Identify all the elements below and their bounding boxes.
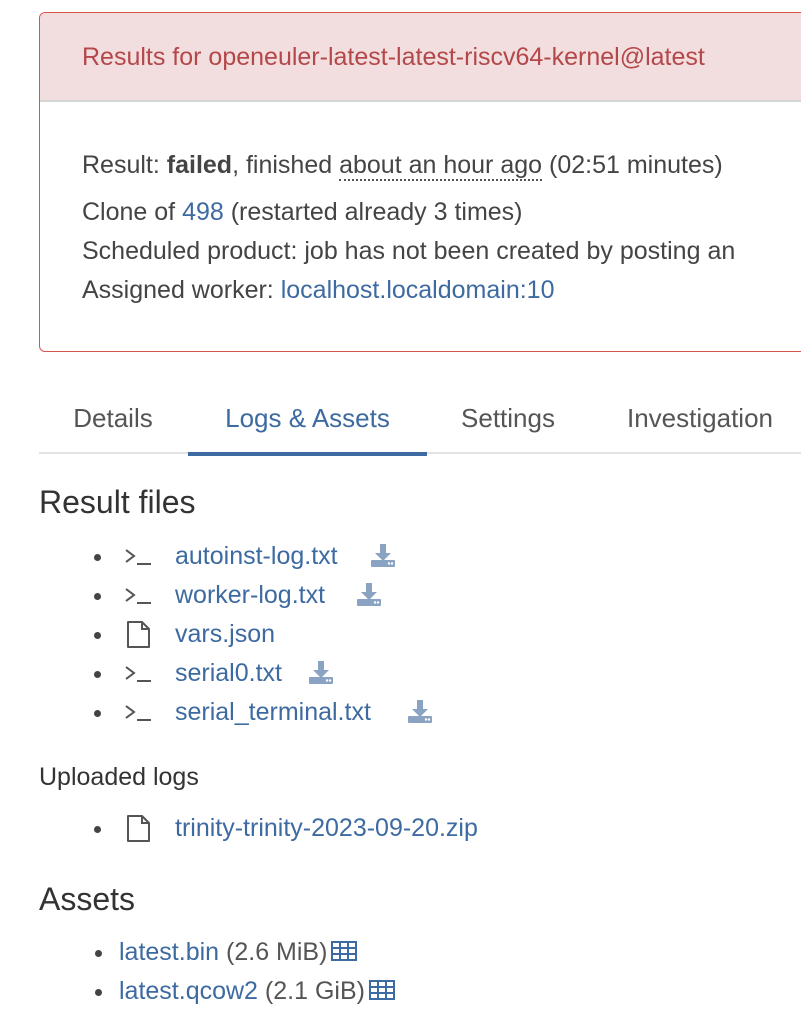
result-card: Results for openeuler-latest-latest-risc… [39, 12, 801, 352]
bullet [94, 710, 101, 717]
tab-logs-assets[interactable]: Logs & Assets [188, 382, 427, 456]
bullet [94, 671, 101, 678]
finished-label: , finished [232, 151, 340, 179]
assets-heading: Assets [39, 881, 136, 917]
result-files-heading: Result files [39, 484, 196, 520]
finished-time[interactable]: about an hour ago [339, 151, 543, 181]
file-link[interactable]: serial_terminal.txt [175, 693, 371, 732]
table-icon[interactable] [331, 940, 358, 961]
bullet [94, 826, 101, 833]
tab-investigation[interactable]: Investigation [615, 382, 785, 454]
terminal-icon [125, 549, 151, 565]
worker-label: Assigned worker: [82, 276, 281, 304]
worker-link[interactable]: localhost.localdomain:10 [281, 276, 555, 304]
result-title: Results for openeuler-latest-latest-risc… [82, 43, 705, 71]
bullet [94, 632, 101, 639]
asset-size: (2.1 GiB) [264, 977, 365, 1005]
tab-settings[interactable]: Settings [439, 382, 577, 454]
file-icon [127, 815, 150, 842]
file-link[interactable]: trinity-trinity-2023-09-20.zip [175, 809, 478, 848]
terminal-icon [125, 666, 151, 682]
terminal-icon [125, 588, 151, 604]
terminal-icon [125, 705, 151, 721]
scheduled-product-line: Scheduled product: job has not been crea… [82, 237, 736, 265]
bullet [94, 593, 101, 600]
clone-line: Clone of 498 (restarted already 3 times) [82, 193, 801, 232]
table-icon[interactable] [368, 979, 395, 1000]
bullet [95, 950, 102, 957]
file-link[interactable]: serial0.txt [175, 654, 282, 693]
file-link[interactable]: worker-log.txt [175, 576, 325, 615]
bullet [95, 989, 102, 996]
download-icon[interactable] [307, 660, 335, 686]
duration: (02:51 minutes) [542, 151, 723, 179]
result-label: Result: [82, 151, 167, 179]
asset-link[interactable]: latest.bin [119, 938, 219, 966]
bullet [94, 554, 101, 561]
file-link[interactable]: autoinst-log.txt [175, 537, 338, 576]
result-card-body: Result: failed, finished about an hour a… [40, 102, 801, 310]
clone-suffix: (restarted already 3 times) [223, 198, 523, 226]
result-status: failed [166, 151, 233, 179]
result-line: Result: failed, finished about an hour a… [82, 146, 801, 185]
worker-line: Assigned worker: localhost.localdomain:1… [82, 271, 801, 310]
asset-entry: latest.qcow2 (2.1 GiB) [119, 972, 395, 1011]
result-card-header: Results for openeuler-latest-latest-risc… [40, 13, 801, 102]
clone-label: Clone of [82, 198, 183, 226]
asset-size: (2.6 MiB) [226, 938, 328, 966]
clone-link[interactable]: 498 [182, 198, 224, 226]
asset-link[interactable]: latest.qcow2 [119, 977, 258, 1005]
file-icon [127, 621, 150, 648]
file-link[interactable]: vars.json [175, 615, 275, 654]
download-icon[interactable] [369, 543, 397, 569]
asset-entry: latest.bin (2.6 MiB) [119, 933, 358, 972]
tab-bar: Details Logs & Assets Settings Investiga… [39, 382, 801, 456]
tab-details[interactable]: Details [39, 382, 187, 454]
download-icon[interactable] [406, 699, 434, 725]
download-icon[interactable] [355, 582, 383, 608]
uploaded-logs-heading: Uploaded logs [39, 763, 199, 791]
